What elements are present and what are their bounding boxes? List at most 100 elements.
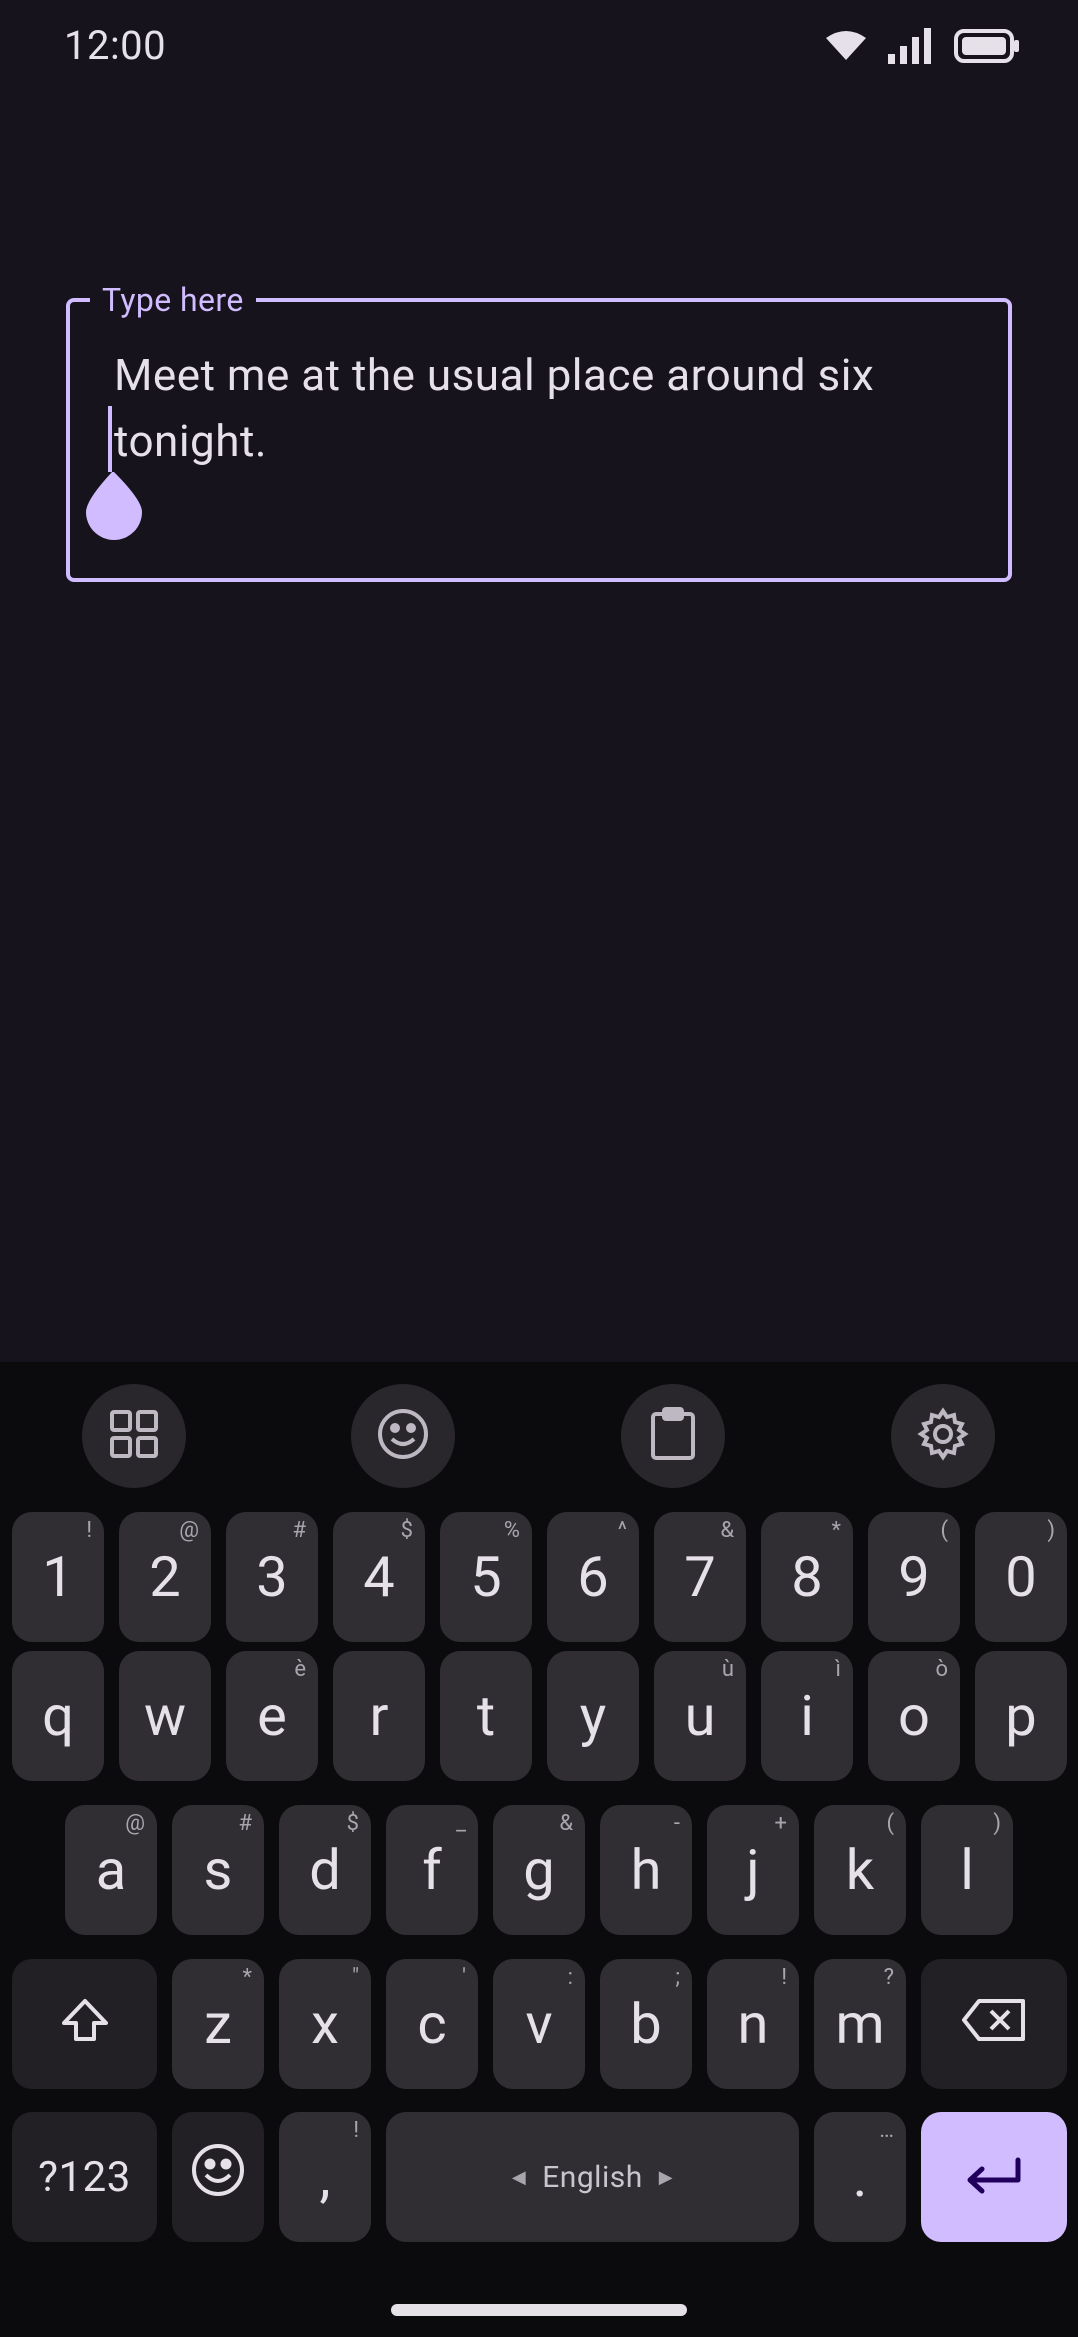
key-hint: ! [781,1965,787,1990]
key-w[interactable]: w [119,1651,211,1781]
text-field-label: Type here [90,280,256,320]
key-z[interactable]: * z [172,1959,264,2089]
shift-key[interactable] [12,1959,157,2089]
key-b[interactable]: ; b [600,1959,692,2089]
key-label: a [95,1837,127,1903]
key-label: d [309,1837,341,1903]
key-t[interactable]: t [440,1651,532,1781]
apps-grid-button[interactable] [82,1384,186,1488]
key-f[interactable]: _ f [386,1805,478,1935]
key-k[interactable]: (k [814,1805,906,1935]
key-hint: * [242,1965,252,1990]
text-cursor [108,406,112,472]
settings-button[interactable] [891,1384,995,1488]
key-7[interactable]: & 7 [654,1512,746,1642]
emoji-button[interactable] [351,1384,455,1488]
emoji-key-icon [190,2142,246,2212]
key-m[interactable]: ? m [814,1959,906,2089]
key-hint: ! [353,2118,359,2143]
key-h[interactable]: -h [600,1805,692,1935]
key-hint: ^ [617,1518,627,1543]
key-u[interactable]: ùu [654,1651,746,1781]
home-indicator[interactable] [391,2304,687,2316]
message-text-field[interactable]: Type here Meet me at the usual place aro… [66,280,1012,582]
key-e[interactable]: èe [226,1651,318,1781]
key-g[interactable]: & g [493,1805,585,1935]
backspace-icon [961,1991,1027,2057]
key-label: n [737,1991,769,2057]
key-label: h [630,1837,662,1903]
key-hint: & [559,1811,573,1836]
key-hint: ( [940,1518,948,1543]
key-label: g [523,1837,555,1903]
key-hint: " [351,1965,359,1990]
key-hint: # [292,1518,306,1543]
key-label: y [579,1683,607,1749]
clipboard-icon [649,1406,697,1466]
space-bar[interactable]: ◀ English ▶ [386,2112,799,2242]
key-label: f [422,1837,442,1903]
key-q[interactable]: q [12,1651,104,1781]
key-hint: ; [675,1965,680,1990]
key-6[interactable]: ^ 6 [547,1512,639,1642]
key-i[interactable]: ìi [761,1651,853,1781]
key-hint: % [503,1518,520,1543]
key-x[interactable]: " x [279,1959,371,2089]
key-label: c [417,1991,447,2057]
cursor-handle-icon[interactable] [84,472,144,546]
key-2[interactable]: @2 [119,1512,211,1642]
key-n[interactable]: ! n [707,1959,799,2089]
key-hint: ? [883,1965,894,1990]
key-hint: * [831,1518,841,1543]
comma-key[interactable]: !, [279,2112,371,2242]
status-bar: 12:00 [0,0,1078,96]
key-label: j [746,1837,760,1903]
emoji-key[interactable] [172,2112,264,2242]
key-5[interactable]: % 5 [440,1512,532,1642]
key-label: 3 [256,1544,288,1610]
key-y[interactable]: y [547,1651,639,1781]
key-label: q [42,1683,74,1749]
key-3[interactable]: #3 [226,1512,318,1642]
key-label: u [684,1683,716,1749]
key-hint: : [567,1965,573,1990]
shift-icon [60,1991,110,2057]
key-label: o [898,1683,930,1749]
clipboard-button[interactable] [621,1384,725,1488]
key-j[interactable]: + j [707,1805,799,1935]
key-1[interactable]: ! 1 [12,1512,104,1642]
key-label: x [311,1991,339,2057]
period-key[interactable]: …. [814,2112,906,2242]
key-hint: ! [86,1518,92,1543]
key-8[interactable]: * 8 [761,1512,853,1642]
key-hint: ( [886,1811,894,1836]
key-label: r [369,1683,389,1749]
key-hint: ) [1047,1518,1055,1543]
key-label: l [960,1837,974,1903]
key-label: e [257,1683,287,1749]
text-field-value[interactable]: Meet me at the usual place around six to… [114,342,974,474]
key-r[interactable]: r [333,1651,425,1781]
key-4[interactable]: $4 [333,1512,425,1642]
key-0[interactable]: ) 0 [975,1512,1067,1642]
key-label: p [1005,1683,1037,1749]
key-l[interactable]: ) l [921,1805,1013,1935]
symbols-key[interactable]: ?123 [12,2112,157,2242]
enter-key[interactable] [921,2112,1067,2242]
emoji-icon [376,1407,430,1465]
key-label: 7 [684,1544,716,1610]
key-p[interactable]: p [975,1651,1067,1781]
backspace-key[interactable] [921,1959,1067,2089]
key-label: . [852,2144,868,2210]
key-label: b [630,1991,662,2057]
key-c[interactable]: ' c [386,1959,478,2089]
key-9[interactable]: (9 [868,1512,960,1642]
key-v[interactable]: :v [493,1959,585,2089]
key-d[interactable]: $ d [279,1805,371,1935]
key-a[interactable]: @ a [65,1805,157,1935]
key-hint: ù [721,1657,734,1682]
wifi-icon [826,30,866,66]
key-s[interactable]: # s [172,1805,264,1935]
key-hint: ) [993,1811,1001,1836]
key-o[interactable]: òo [868,1651,960,1781]
